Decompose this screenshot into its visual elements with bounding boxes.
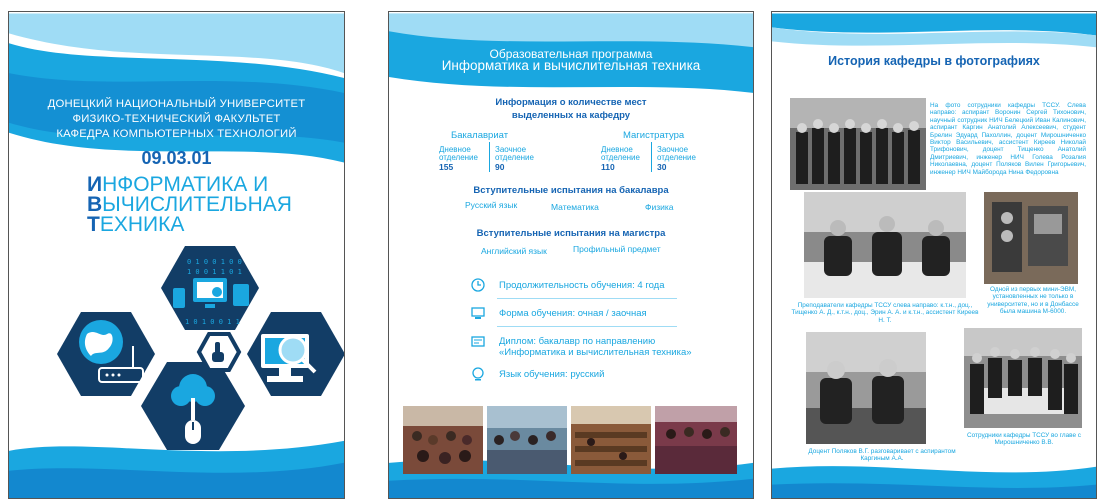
brochure-cover-page: ДОНЕЦКИЙ НАЦИОНАЛЬНЫЙ УНИВЕРСИТЕТ ФИЗИКО… bbox=[8, 11, 345, 499]
master-exams-title: Вступительные испытания на магистра bbox=[476, 228, 666, 239]
monitor-icon bbox=[471, 307, 485, 319]
diploma-line: Диплом: бакалавр по направлению bbox=[499, 336, 656, 347]
hexagon-graphic: 0 1 0 0 1 0 0 1 0 0 1 1 0 1 1 0 1 0 0 1 … bbox=[57, 246, 344, 450]
diploma-text: Диплом: бакалавр по направлению «Информа… bbox=[499, 336, 692, 358]
bachelor-fulltime-count: 155 bbox=[439, 162, 454, 172]
master-parttime: Заочное отделение 30 bbox=[657, 146, 696, 173]
parttime-label: отделение bbox=[495, 153, 534, 162]
fulltime-label: отделение bbox=[601, 153, 640, 162]
bachelor-exams-title: Вступительные испытания на бакалавра bbox=[473, 185, 669, 196]
exam-subject: Физика bbox=[645, 202, 674, 212]
binary-digits: 0 1 0 0 1 0 0 bbox=[187, 258, 242, 266]
title-rest: ЕХНИКА bbox=[99, 213, 185, 236]
computer-caption: Одной из первых мини-ЭВМ, установленных … bbox=[987, 286, 1079, 316]
history-photos-page: История кафедры в фотографиях На фото со… bbox=[771, 11, 1097, 499]
fulltime-label: отделение bbox=[439, 153, 478, 162]
study-form-text: Форма обучения: очная / заочная bbox=[499, 308, 647, 319]
exam-subject: Русский язык bbox=[465, 200, 518, 210]
docent-photo bbox=[806, 332, 926, 444]
bachelor-parttime: Заочное отделение 90 bbox=[495, 146, 534, 173]
master-fulltime: Дневное отделение 110 bbox=[601, 146, 640, 173]
staff-group-photo bbox=[790, 98, 926, 190]
divider bbox=[489, 142, 490, 172]
binary-digits: 1 0 0 1 1 0 1 bbox=[187, 268, 242, 276]
program-title: ИНФОРМАТИКА И ВЫЧИСЛИТЕЛЬНАЯ ТЕХНИКА bbox=[87, 174, 292, 236]
parttime-label: отделение bbox=[657, 153, 696, 162]
classroom-photo bbox=[571, 406, 651, 474]
bachelor-fulltime: Дневное отделение 155 bbox=[439, 146, 478, 173]
language-text: Язык обучения: русский bbox=[499, 369, 605, 380]
university-line: ДОНЕЦКИЙ НАЦИОНАЛЬНЫЙ УНИВЕРСИТЕТ bbox=[47, 98, 306, 110]
header-program-name: Информатика и вычислительная техника bbox=[441, 58, 701, 73]
duration-text: Продолжительность обучения: 4 года bbox=[499, 280, 665, 291]
title-initial: Т bbox=[87, 213, 100, 236]
students-photo bbox=[403, 406, 483, 474]
staff-caption: Сотрудники кафедры ТССУ во главе с Мирош… bbox=[967, 432, 1081, 447]
bachelor-label: Бакалавриат bbox=[451, 130, 509, 141]
places-title-line: выделенных на кафедру bbox=[511, 110, 631, 121]
faculty-line: ФИЗИКО-ТЕХНИЧЕСКИЙ ФАКУЛЬТЕТ bbox=[72, 113, 281, 125]
exam-subject: Профильный предмет bbox=[573, 244, 661, 254]
university-name: ДОНЕЦКИЙ НАЦИОНАЛЬНЫЙ УНИВЕРСИТЕТ ФИЗИКО… bbox=[9, 97, 344, 142]
clock-icon bbox=[471, 278, 485, 292]
program-code: 09.03.01 bbox=[141, 148, 212, 168]
master-parttime-count: 30 bbox=[657, 162, 667, 172]
divider bbox=[497, 326, 677, 327]
master-label: Магистратура bbox=[623, 130, 685, 141]
staff-group-caption: На фото сотрудники кафедры ТССУ. Слева н… bbox=[930, 102, 1086, 176]
places-title: Информация о количестве мест выделенных … bbox=[389, 96, 753, 122]
department-line: КАФЕДРА КОМПЬЮТЕРНЫХ ТЕХНОЛОГИЙ bbox=[56, 128, 297, 140]
master-fulltime-count: 110 bbox=[601, 162, 615, 172]
students-photo bbox=[487, 406, 567, 474]
bachelor-parttime-count: 90 bbox=[495, 162, 505, 172]
teachers-photo bbox=[804, 192, 966, 298]
diploma-icon bbox=[471, 336, 485, 347]
program-info-page: Образовательная программа Информатика и … bbox=[388, 11, 754, 499]
exam-subject: Английский язык bbox=[481, 246, 547, 256]
staff-photo bbox=[964, 328, 1082, 428]
docent-caption: Доцент Поляков В.Г. разговаривает с аспи… bbox=[808, 448, 956, 463]
program-header: Образовательная программа Информатика и … bbox=[389, 48, 753, 72]
globe-icon bbox=[79, 320, 123, 364]
divider bbox=[651, 142, 652, 172]
exam-subject: Математика bbox=[551, 202, 599, 212]
teachers-caption: Преподаватели кафедры ТССУ слева направо… bbox=[791, 302, 979, 324]
history-title: История кафедры в фотографиях bbox=[828, 54, 1040, 68]
divider bbox=[497, 298, 677, 299]
globe-icon bbox=[472, 367, 484, 381]
computer-photo bbox=[984, 192, 1078, 284]
places-title-line: Информация о количестве мест bbox=[495, 97, 647, 108]
diploma-line: «Информатика и вычислительная техника» bbox=[499, 347, 692, 358]
students-photo bbox=[655, 406, 737, 474]
binary-digits: 1 0 1 0 0 1 1 bbox=[185, 318, 240, 326]
